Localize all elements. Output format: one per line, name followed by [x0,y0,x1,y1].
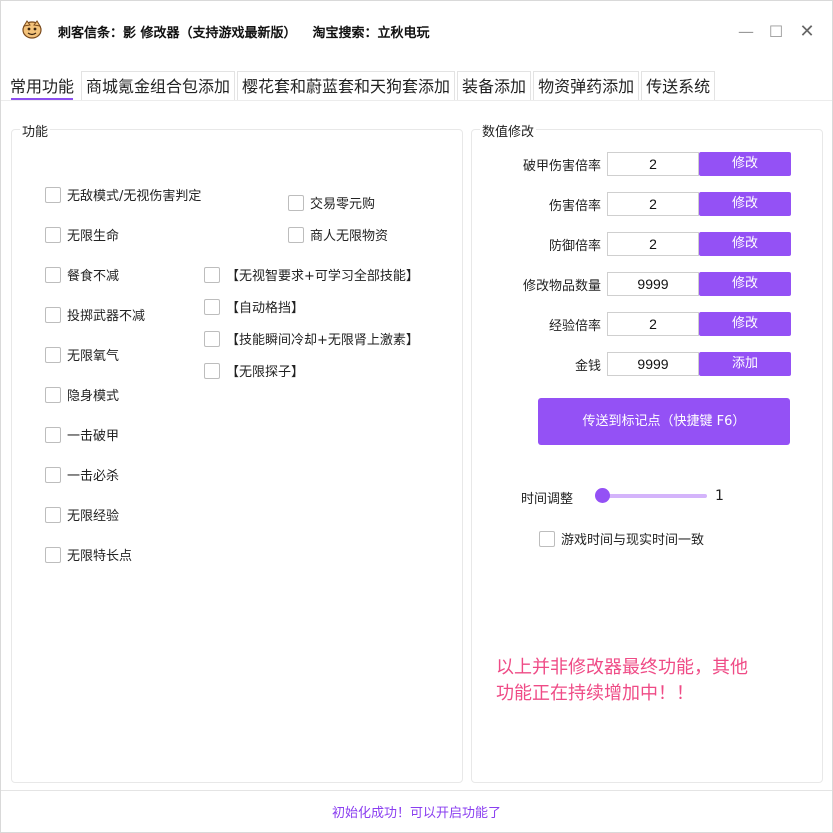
damage-multiplier-label: 伤害倍率 [548,199,601,214]
title-bar[interactable]: 刺客信条：影 修改器（支持游戏最新版） 淘宝搜索：立秋电玩 — ☐ ✕ [1,1,832,61]
item-quantity-input[interactable]: 9999 [607,272,699,296]
window-title: 刺客信条：影 修改器（支持游戏最新版） 淘宝搜索：立秋电玩 [58,22,430,41]
cb-stealth-mode[interactable]: 隐身模式 [45,385,119,404]
damage-multiplier-button[interactable]: 修改 [699,192,791,216]
checkbox[interactable] [45,466,61,483]
checkbox[interactable] [45,306,61,323]
window-title-main: 刺客信条：影 修改器（支持游戏最新版） [58,26,297,41]
armor-break-multiplier-input[interactable]: 2 [607,152,699,176]
checkbox-label: 无敌模式/无视伤害判定 [67,189,202,204]
cb-one-hit-kill[interactable]: 一击必杀 [45,465,119,484]
money-input[interactable]: 9999 [607,352,699,376]
cb-god-mode[interactable]: 无敌模式/无视伤害判定 [45,185,201,204]
cb-infinite-scouts[interactable]: 【无限探子】 [204,361,304,380]
checkbox[interactable] [45,426,61,443]
cb-instant-cooldown[interactable]: 【技能瞬间冷却+无限肾上激素】 [204,329,419,348]
notice-line-2: 功能正在持续增加中！！ [496,683,694,704]
xp-multiplier-input[interactable]: 2 [607,312,699,336]
checkbox-label: 【无视智要求+可学习全部技能】 [226,269,419,284]
minimize-button[interactable]: — [734,19,758,43]
checkbox[interactable] [45,546,61,563]
app-window: 刺客信条：影 修改器（支持游戏最新版） 淘宝搜索：立秋电玩 — ☐ ✕ 常用功能 … [0,0,833,833]
cb-one-hit-armor-break[interactable]: 一击破甲 [45,425,119,444]
cb-infinite-xp[interactable]: 无限经验 [45,505,119,524]
checkbox-label: 【技能瞬间冷却+无限肾上激素】 [226,333,419,348]
xp-multiplier-button[interactable]: 修改 [699,312,791,336]
status-message: 初始化成功！可以开启功能了 [331,806,501,821]
notice-text: 以上并非修改器最终功能，其他 功能正在持续增加中！！ [496,655,748,707]
time-slider-track[interactable] [602,494,707,498]
cb-infinite-oxygen[interactable]: 无限氧气 [45,345,119,364]
checkbox-label: 商人无限物资 [310,229,389,244]
cb-learn-all-skills[interactable]: 【无视智要求+可学习全部技能】 [204,265,419,284]
checkbox[interactable] [288,194,304,211]
money-add-button[interactable]: 添加 [699,352,791,376]
armor-break-multiplier-label: 破甲伤害倍率 [522,159,601,174]
notice-line-1: 以上并非修改器最终功能，其他 [496,657,748,678]
cb-infinite-health[interactable]: 无限生命 [45,225,119,244]
app-icon [22,20,42,39]
checkbox[interactable] [45,226,61,243]
damage-multiplier-input[interactable]: 2 [607,192,699,216]
checkbox-label: 无限生命 [67,229,120,244]
checkbox-label: 【无限探子】 [226,365,305,380]
checkbox-label: 无限经验 [67,509,120,524]
cb-infinite-mastery-points[interactable]: 无限特长点 [45,545,132,564]
checkbox[interactable] [539,530,555,547]
checkbox[interactable] [45,386,61,403]
tab-common[interactable]: 常用功能 [5,71,80,101]
tab-equipment[interactable]: 装备添加 [457,71,532,101]
checkbox[interactable] [288,226,304,243]
checkbox-label: 一击必杀 [67,469,120,484]
status-divider [1,790,832,791]
checkbox-label: 一击破甲 [67,429,120,444]
checkbox-label: 投掷武器不减 [67,309,146,324]
cb-zero-cost-trade[interactable]: 交易零元购 [288,193,375,212]
checkbox[interactable] [204,330,220,347]
cb-sync-real-time[interactable]: 游戏时间与现实时间一致 [539,529,704,548]
close-button[interactable]: ✕ [795,19,819,43]
checkbox-label: 交易零元购 [310,197,376,212]
checkbox-label: 无限氧气 [67,349,120,364]
tab-outfits[interactable]: 樱花套和蔚蓝套和天狗套添加 [237,71,456,101]
checkbox[interactable] [45,506,61,523]
time-adjust-label: 时间调整 [521,492,574,507]
values-group-title: 数值修改 [480,121,537,140]
checkbox-label: 【自动格挡】 [226,301,305,316]
window-title-shop: 淘宝搜索：立秋电玩 [312,26,430,41]
defense-multiplier-input[interactable]: 2 [607,232,699,256]
checkbox-label: 游戏时间与现实时间一致 [561,533,705,548]
time-slider-thumb[interactable] [595,488,610,503]
teleport-to-marker-button[interactable]: 传送到标记点（快捷键 F6） [538,398,790,445]
checkbox[interactable] [45,346,61,363]
tab-supplies[interactable]: 物资弹药添加 [533,71,640,101]
checkbox-label: 隐身模式 [67,389,120,404]
checkbox[interactable] [204,362,220,379]
checkbox[interactable] [45,266,61,283]
time-slider-value: 1 [715,488,724,504]
cb-auto-block[interactable]: 【自动格挡】 [204,297,304,316]
checkbox-label: 餐食不减 [67,269,120,284]
checkbox[interactable] [45,186,61,203]
item-quantity-label: 修改物品数量 [522,279,601,294]
tab-shop-bundles[interactable]: 商城氪金组合包添加 [81,71,236,101]
armor-break-multiplier-button[interactable]: 修改 [699,152,791,176]
item-quantity-button[interactable]: 修改 [699,272,791,296]
checkbox-label: 无限特长点 [67,549,133,564]
xp-multiplier-label: 经验倍率 [548,319,601,334]
tab-teleport[interactable]: 传送系统 [641,71,716,101]
functions-group-title: 功能 [20,121,51,140]
tab-content: 功能 无敌模式/无视伤害判定 无限生命 餐食不减 投掷武器不减 无限氧气 隐身模… [3,101,831,789]
checkbox[interactable] [204,266,220,283]
cb-merchant-infinite-supplies[interactable]: 商人无限物资 [288,225,388,244]
checkbox[interactable] [204,298,220,315]
defense-multiplier-label: 防御倍率 [548,239,601,254]
money-label: 金钱 [574,359,601,374]
cb-throwables-not-reduce[interactable]: 投掷武器不减 [45,305,145,324]
cb-food-not-reduce[interactable]: 餐食不减 [45,265,119,284]
maximize-button[interactable]: ☐ [764,19,788,43]
tab-bar: 常用功能 商城氪金组合包添加 樱花套和蔚蓝套和天狗套添加 装备添加 物资弹药添加… [5,71,717,101]
defense-multiplier-button[interactable]: 修改 [699,232,791,256]
